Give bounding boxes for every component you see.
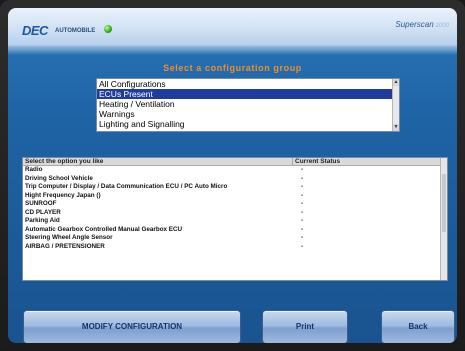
group-list-scrollbar[interactable]: ▲ ▼ <box>392 79 399 131</box>
table-row[interactable]: Trip Computer / Display / Data Communica… <box>23 183 447 192</box>
group-item[interactable]: Warnings <box>97 109 399 119</box>
table-row[interactable]: Hight Frequency Japan () - <box>23 192 447 201</box>
table-row[interactable]: CD PLAYER - <box>23 209 447 218</box>
group-item[interactable]: All Configurations <box>97 79 399 89</box>
option-name: Hight Frequency Japan () <box>25 191 101 199</box>
brand-label: Superscan <box>395 20 434 29</box>
dec-logo: DEC <box>22 23 48 38</box>
options-table-scrollbar[interactable] <box>440 158 447 280</box>
option-status: - <box>301 166 304 173</box>
column-header-option: Select the option you like <box>23 158 293 165</box>
table-row[interactable]: AIRBAG / PRETENSIONER - <box>23 243 447 252</box>
status-led-icon <box>104 25 112 33</box>
configuration-group-list[interactable]: All Configurations ECUs Present Heating … <box>96 78 400 132</box>
group-item-selected[interactable]: ECUs Present <box>97 89 399 99</box>
table-row[interactable]: Parking Aid - <box>23 217 447 226</box>
option-name: Steering Wheel Angle Sensor <box>25 234 113 241</box>
option-status: - <box>301 217 304 224</box>
back-button[interactable]: Back <box>381 310 455 343</box>
options-table: Select the option you like Current Statu… <box>22 157 448 281</box>
logo-subtitle: AUTOMOBILE <box>55 28 96 34</box>
option-name: Radio <box>25 166 43 173</box>
scrollbar-thumb[interactable] <box>442 174 446 232</box>
group-item[interactable]: Lighting and Signalling <box>97 119 399 129</box>
modify-configuration-button[interactable]: MODIFY CONFIGURATION <box>23 310 241 343</box>
table-header: Select the option you like Current Statu… <box>23 158 447 166</box>
option-name: Trip Computer / Display / Data Communica… <box>25 183 228 190</box>
option-status: - <box>301 242 304 250</box>
table-row[interactable]: Driving School Vehicle - <box>23 175 447 184</box>
brand-year: 2000 <box>435 23 449 29</box>
table-row[interactable]: SUNROOF - <box>23 200 447 209</box>
table-row[interactable]: Radio - <box>23 166 447 175</box>
option-name: Automatic Gearbox Controlled Manual Gear… <box>25 225 183 233</box>
option-status: - <box>301 174 304 182</box>
print-button[interactable]: Print <box>262 310 348 343</box>
table-row[interactable]: Steering Wheel Angle Sensor - <box>23 234 447 243</box>
option-status: - <box>301 191 304 199</box>
option-name: Parking Aid <box>25 217 60 224</box>
group-item[interactable]: Heating / Ventilation <box>97 99 399 109</box>
group-select-title: Select a configuration group <box>163 63 302 73</box>
option-status: - <box>301 183 304 190</box>
option-name: Driving School Vehicle <box>25 174 93 182</box>
option-status: - <box>301 234 304 241</box>
scroll-down-icon[interactable]: ▼ <box>393 124 399 131</box>
device-frame: DEC AUTOMOBILE Superscan 2000 Select a co… <box>0 0 465 351</box>
table-row[interactable]: Automatic Gearbox Controlled Manual Gear… <box>23 226 447 235</box>
option-name: SUNROOF <box>25 200 57 207</box>
option-name: CD PLAYER <box>25 208 61 216</box>
option-status: - <box>301 200 304 207</box>
option-status: - <box>301 208 304 216</box>
option-status: - <box>301 225 304 233</box>
column-header-status: Current Status <box>295 158 341 165</box>
brand-name: Superscan 2000 <box>395 20 449 29</box>
scroll-up-icon[interactable]: ▲ <box>393 79 399 86</box>
option-name: AIRBAG / PRETENSIONER <box>25 242 105 250</box>
app-screen: DEC AUTOMOBILE Superscan 2000 Select a co… <box>8 8 457 343</box>
header-bar: DEC AUTOMOBILE Superscan 2000 <box>8 8 457 55</box>
